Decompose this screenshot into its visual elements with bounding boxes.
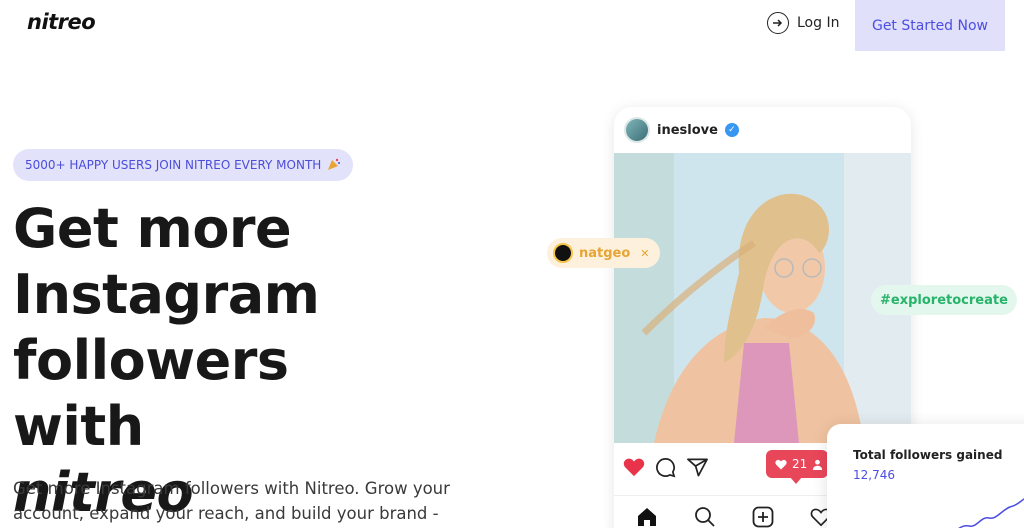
post-header: ineslove ✓ xyxy=(614,107,911,153)
stats-value: 12,746 xyxy=(853,468,895,482)
badge-text: 5000+ HAPPY USERS JOIN NITREO EVERY MONT… xyxy=(25,158,322,172)
avatar xyxy=(624,117,650,143)
post-photo xyxy=(614,153,911,443)
natgeo-tag[interactable]: natgeo ✕ xyxy=(547,238,660,268)
heart-icon[interactable] xyxy=(623,457,645,477)
login-icon xyxy=(767,12,789,34)
nitreo-logo[interactable]: nitreo xyxy=(27,10,96,34)
description-text: Get more Instagram followers with Nitreo… xyxy=(13,479,450,523)
hashtag-chip[interactable]: #exploretocreate xyxy=(871,285,1017,315)
stats-title: Total followers gained xyxy=(853,448,1003,462)
landing-page: nitreo Log In Get Started Now 5000+ HAPP… xyxy=(0,0,1024,528)
followers-stats-card: Total followers gained 12,746 xyxy=(827,424,1024,528)
party-popper-icon xyxy=(327,157,341,174)
home-icon[interactable] xyxy=(636,506,658,528)
login-link[interactable]: Log In xyxy=(767,12,839,34)
comment-icon[interactable] xyxy=(655,457,676,478)
headline-line-1: Get more xyxy=(13,197,292,260)
user-icon xyxy=(813,459,823,470)
get-started-button[interactable]: Get Started Now xyxy=(855,0,1005,51)
login-label: Log In xyxy=(797,15,840,31)
headline-line-3: followers with xyxy=(13,329,289,458)
likes-count: 21 xyxy=(792,457,808,471)
headline-line-2: Instagram xyxy=(13,263,320,326)
happy-users-badge: 5000+ HAPPY USERS JOIN NITREO EVERY MONT… xyxy=(13,149,354,181)
close-icon[interactable]: ✕ xyxy=(640,247,649,260)
likes-notification: 21 xyxy=(766,450,828,484)
heart-icon xyxy=(775,459,787,469)
natgeo-label: natgeo xyxy=(579,245,631,261)
verified-icon: ✓ xyxy=(724,123,739,137)
natgeo-avatar xyxy=(553,243,573,263)
post-username: ineslove xyxy=(657,122,718,138)
share-icon[interactable] xyxy=(687,457,708,477)
add-post-icon[interactable] xyxy=(752,506,774,528)
hero-description: Get more Instagram followers with Nitreo… xyxy=(13,476,503,528)
followers-trend-line xyxy=(958,498,1024,528)
search-icon[interactable] xyxy=(694,506,716,528)
